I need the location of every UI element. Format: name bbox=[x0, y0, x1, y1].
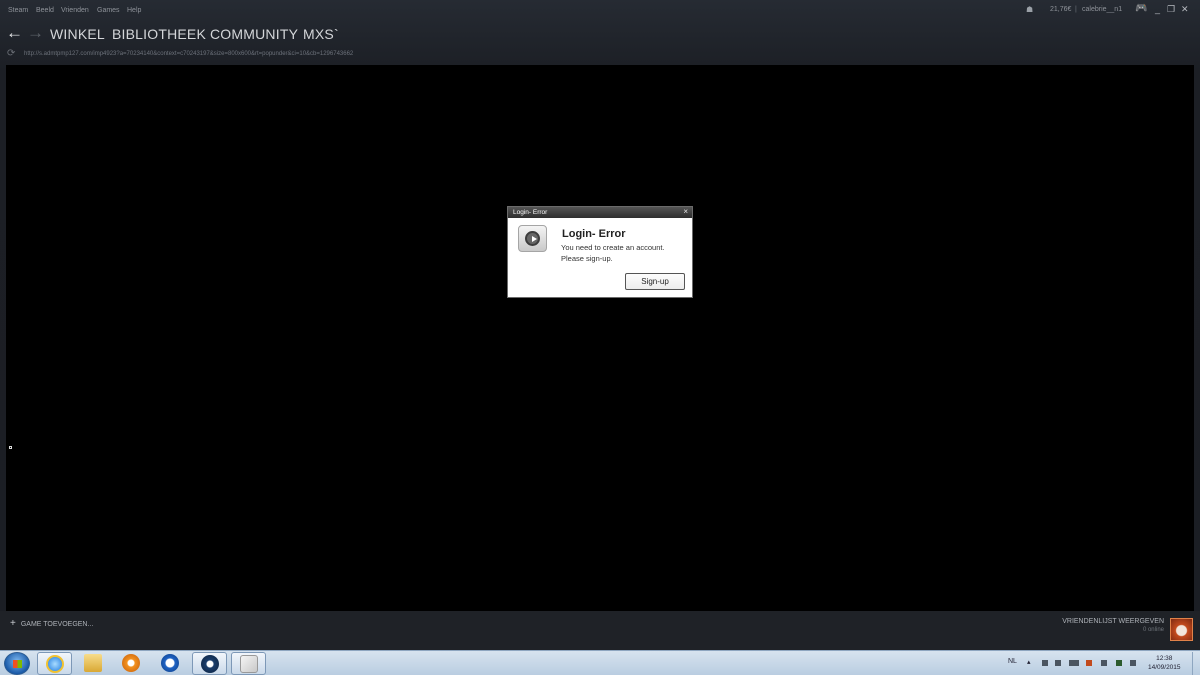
separator: | bbox=[1075, 6, 1077, 13]
taskbar-ccleaner[interactable] bbox=[153, 652, 188, 675]
menu-vrienden[interactable]: Vrienden bbox=[61, 7, 89, 14]
taskbar-paint[interactable] bbox=[231, 652, 266, 675]
dialog-message-line1: You need to create an account. bbox=[561, 243, 665, 252]
keyboard-tray-icon[interactable] bbox=[1069, 660, 1079, 666]
notification-icon[interactable]: ☗ bbox=[1026, 5, 1033, 14]
tab-bibliotheek[interactable]: BIBLIOTHEEK bbox=[112, 26, 206, 42]
plus-icon: + bbox=[10, 618, 16, 629]
windows-taskbar: NL ▴ 12:38 14/09/2015 bbox=[0, 650, 1200, 675]
dialog-heading: Login- Error bbox=[562, 228, 626, 240]
tab-profile[interactable]: MXS` bbox=[303, 26, 339, 42]
add-game-label: GAME TOEVOEGEN... bbox=[20, 621, 94, 628]
wallet-balance[interactable]: 21,76€ bbox=[1050, 6, 1071, 13]
ccleaner-icon bbox=[161, 654, 179, 672]
clock[interactable]: 12:38 14/09/2015 bbox=[1148, 654, 1181, 672]
device-tray-icon[interactable] bbox=[1101, 660, 1107, 666]
tray-expand-icon[interactable]: ▴ bbox=[1027, 658, 1031, 666]
menubar: Steam Beeld Vrienden Games Help ☗ 21,76€… bbox=[0, 0, 1200, 22]
media-player-icon bbox=[122, 654, 140, 672]
steam-window: Steam Beeld Vrienden Games Help ☗ 21,76€… bbox=[0, 0, 1200, 650]
flag-tray-icon[interactable] bbox=[1042, 660, 1048, 666]
avast-tray-icon[interactable] bbox=[1086, 660, 1092, 666]
network-icon[interactable] bbox=[1116, 660, 1122, 666]
dialog-close-button[interactable]: × bbox=[683, 207, 688, 216]
forward-arrow-icon[interactable]: → bbox=[27, 24, 44, 42]
signup-button[interactable]: Sign-up bbox=[625, 273, 685, 290]
windows-logo-icon bbox=[13, 660, 22, 668]
tab-winkel[interactable]: WINKEL bbox=[50, 26, 105, 42]
browser-content bbox=[6, 65, 1194, 611]
taskbar-internet-explorer[interactable] bbox=[37, 652, 72, 675]
menu-games[interactable]: Games bbox=[97, 7, 120, 14]
bottom-bar: + GAME TOEVOEGEN... VRIENDENLIJST WEERGEV… bbox=[0, 611, 1200, 650]
taskbar-steam[interactable] bbox=[192, 652, 227, 675]
dialog-message-line2: Please sign-up. bbox=[561, 254, 613, 263]
steam-icon bbox=[201, 655, 219, 673]
url-bar: ⟳ http://s.admtpmp127.com/imp4923?a=7023… bbox=[0, 46, 1200, 64]
big-picture-icon[interactable]: 🎮 bbox=[1135, 3, 1147, 14]
screen: Steam Beeld Vrienden Games Help ☗ 21,76€… bbox=[0, 0, 1200, 675]
language-indicator[interactable]: NL bbox=[1008, 658, 1017, 665]
dialog-title: Login- Error bbox=[513, 209, 548, 216]
taskbar-media-player[interactable] bbox=[114, 652, 149, 675]
maximize-button[interactable]: ❐ bbox=[1167, 4, 1175, 15]
clock-date: 14/09/2015 bbox=[1148, 664, 1181, 671]
menu-steam[interactable]: Steam bbox=[8, 7, 28, 14]
avatar[interactable] bbox=[1170, 618, 1193, 641]
folder-icon bbox=[84, 654, 102, 672]
menu-help[interactable]: Help bbox=[127, 7, 141, 14]
add-game-button[interactable]: + GAME TOEVOEGEN... bbox=[10, 618, 93, 629]
friends-list-button[interactable]: VRIENDENLIJST WEERGEVEN 0 online bbox=[1062, 618, 1164, 633]
mouse-cursor bbox=[9, 446, 12, 449]
back-arrow-icon[interactable]: ← bbox=[6, 24, 23, 42]
close-button[interactable]: ✕ bbox=[1181, 4, 1189, 15]
media-player-icon bbox=[518, 225, 547, 252]
friends-list-label: VRIENDENLIJST WEERGEVEN bbox=[1062, 618, 1164, 625]
show-desktop-button[interactable] bbox=[1192, 652, 1200, 675]
internet-explorer-icon bbox=[46, 655, 64, 673]
start-button[interactable] bbox=[4, 652, 30, 675]
volume-icon[interactable] bbox=[1130, 660, 1136, 666]
refresh-icon[interactable]: ⟳ bbox=[7, 48, 15, 59]
clock-time: 12:38 bbox=[1156, 655, 1173, 662]
online-count: 0 online bbox=[1142, 627, 1164, 633]
taskbar-explorer[interactable] bbox=[76, 652, 111, 675]
tab-community[interactable]: COMMUNITY bbox=[210, 26, 298, 42]
navigation-bar: ← → WINKEL BIBLIOTHEEK COMMUNITY MXS` bbox=[0, 22, 1200, 46]
login-error-dialog: Login- Error × Login- Error You need to … bbox=[507, 206, 693, 298]
paint-icon bbox=[240, 655, 258, 673]
dialog-titlebar: Login- Error × bbox=[508, 207, 692, 218]
menu-beeld[interactable]: Beeld bbox=[36, 7, 54, 14]
url-text[interactable]: http://s.admtpmp127.com/imp4923?a=702341… bbox=[24, 51, 353, 57]
minimize-button[interactable]: _ bbox=[1155, 4, 1160, 14]
tools-tray-icon[interactable] bbox=[1055, 660, 1061, 666]
account-name[interactable]: calebrie__n1 bbox=[1082, 6, 1122, 13]
